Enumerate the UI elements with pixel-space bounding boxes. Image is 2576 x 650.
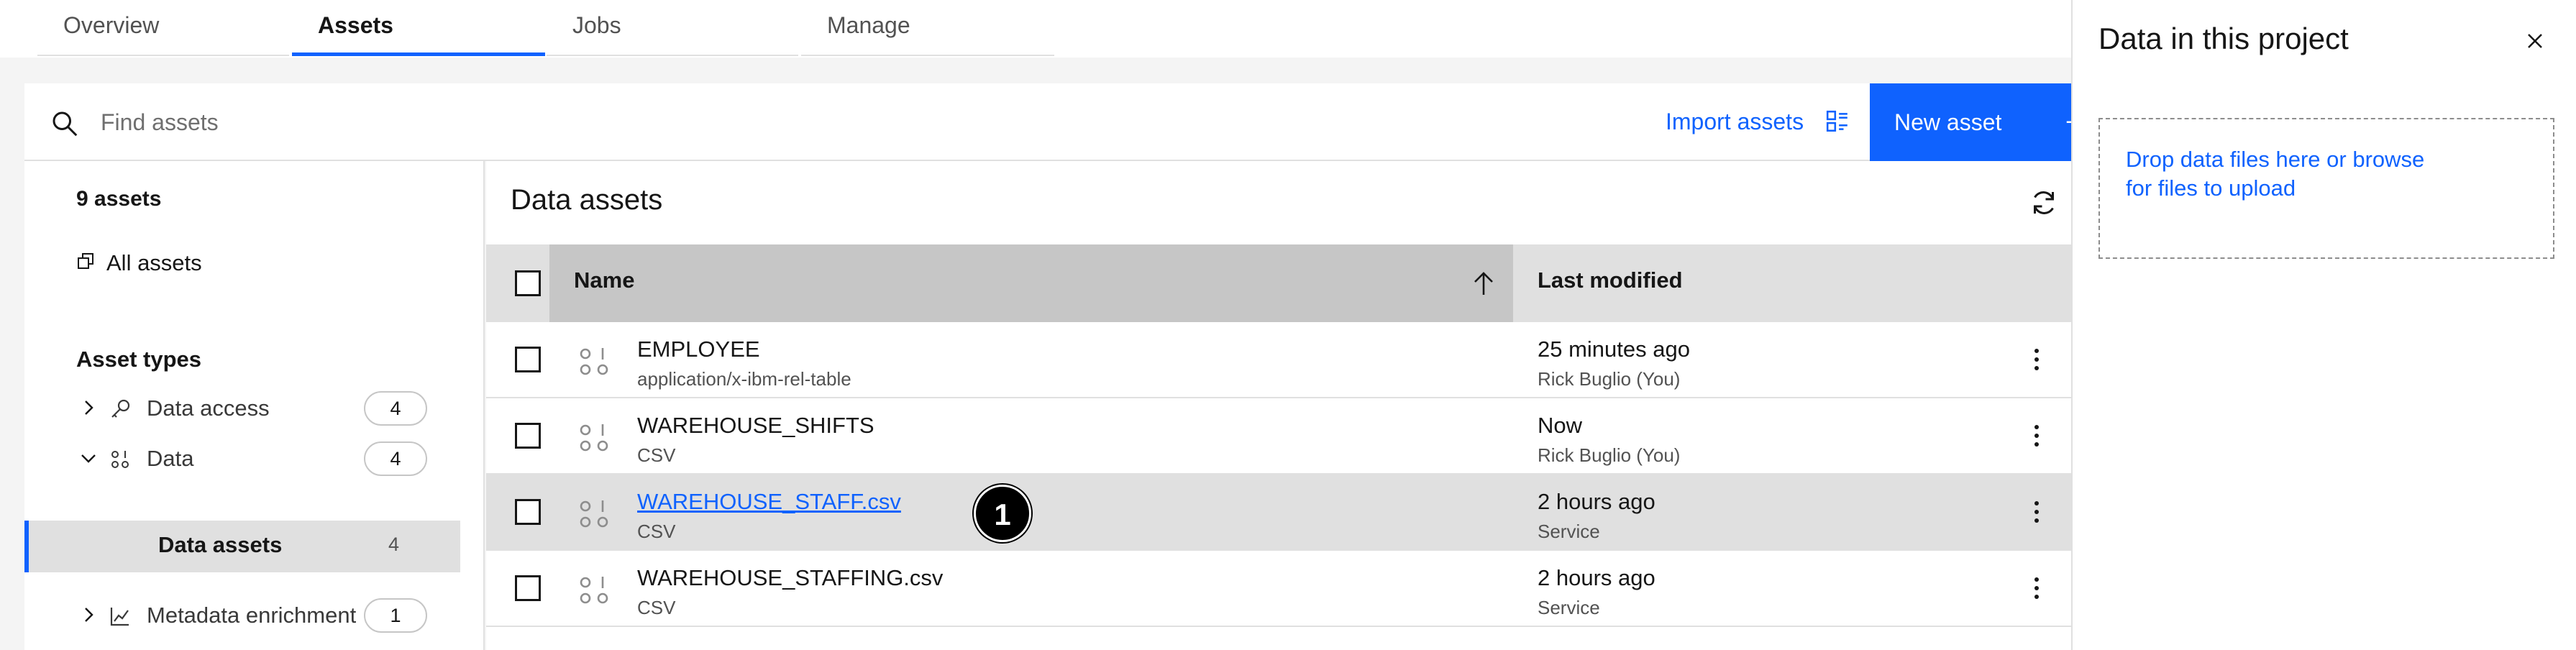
count-badge: 4 [388,534,400,555]
asset-type: application/x-ibm-rel-table [637,368,851,390]
modified-by: Rick Buglio (You) [1538,368,1681,390]
tab-label: Manage [827,12,910,38]
asset-type-label: Data assets [158,532,283,557]
last-modified: 25 minutes ago [1538,337,1690,362]
chevron-right-icon[interactable] [79,398,98,417]
modified-by: Rick Buglio (You) [1538,444,1681,466]
page-title: Data assets [511,184,663,216]
drop-zone-text[interactable]: Drop data files here or browse for files… [2126,145,2428,203]
last-modified: 2 hours ago [1538,565,1655,590]
asset-type: CSV [637,444,676,466]
import-icon[interactable] [1825,109,1850,134]
row-checkbox[interactable] [515,575,541,601]
data-asset-icon [580,577,608,604]
tab-label: Assets [318,12,393,38]
data-asset-icon [580,424,608,452]
file-drop-zone[interactable]: Drop data files here or browse for files… [2098,118,2554,259]
row-checkbox[interactable] [515,423,541,449]
count-badge: 1 [364,598,427,633]
tab-label: Overview [63,12,160,38]
row-checkbox[interactable] [515,499,541,525]
overflow-menu-icon[interactable] [2032,498,2041,526]
overflow-menu-icon[interactable] [2032,345,2041,374]
drawer-title: Data in this project [2098,22,2349,55]
asset-filter-panel: 9 assets All assets Asset types Data acc… [24,161,485,650]
asset-type-label: Data access [147,395,270,421]
asset-type-data-access[interactable]: Data access 4 [24,385,460,434]
table-header: Name Last modified [486,244,2071,322]
sort-ascending-icon[interactable] [1471,269,1496,298]
tab-label: Jobs [572,12,621,38]
count-badge: 4 [364,441,427,476]
asset-type: CSV [637,597,676,618]
data-asset-icon [580,500,608,528]
tab-overview[interactable]: Overview [37,0,289,56]
asset-name[interactable]: WAREHOUSE_SHIFTS [637,413,874,439]
new-asset-label: New asset [1894,109,2002,135]
search-icon [52,111,78,137]
table-row[interactable]: WAREHOUSE_STAFFING.csv CSV 2 hours ago S… [486,551,2071,627]
row-checkbox[interactable] [515,347,541,372]
select-all-checkbox[interactable] [515,270,541,296]
table-row[interactable]: WAREHOUSE_SHIFTS CSV Now Rick Buglio (Yo… [486,398,2071,475]
table-row[interactable]: WAREHOUSE_STAFF.csv CSV 1 2 hours ago Se… [486,475,2071,551]
asset-type-data-assets[interactable]: Data assets 4 [24,521,460,572]
new-asset-button[interactable]: New asset + [1870,83,2096,161]
asset-name[interactable]: WAREHOUSE_STAFFING.csv [637,565,943,591]
asset-types-heading: Asset types [76,347,202,372]
asset-count: 9 assets [76,187,162,211]
key-icon [111,399,130,418]
data-icon [111,451,129,468]
all-assets-link[interactable]: All assets [76,250,202,276]
tab-manage[interactable]: Manage [801,0,1054,56]
asset-type-label: Metadata enrichment [147,603,357,628]
count-badge: 4 [364,391,427,426]
modified-by: Service [1538,521,1600,542]
copy-icon [78,253,93,269]
tab-bar: Overview Assets Jobs Manage [0,0,2071,58]
overflow-menu-icon[interactable] [2032,574,2041,603]
import-assets-button[interactable]: Import assets [1666,83,1804,160]
table-row[interactable]: EMPLOYEE application/x-ibm-rel-table 25 … [486,322,2071,398]
overflow-menu-icon[interactable] [2032,421,2041,450]
last-modified: 2 hours ago [1538,489,1655,514]
refresh-icon[interactable] [2029,188,2058,217]
column-header-name[interactable]: Name [574,267,634,293]
data-assets-panel: Data assets Name Last modified EMPLOYEE … [486,161,2071,650]
tab-jobs[interactable]: Jobs [547,0,798,56]
data-asset-icon [580,348,608,375]
step-marker: 1 [974,485,1031,542]
asset-type-metadata-enrichment[interactable]: Metadata enrichment 1 [24,592,460,641]
data-in-project-drawer: Data in this project Drop data files her… [2071,0,2576,650]
asset-type-data[interactable]: Data 4 [24,436,460,485]
chart-icon [110,608,129,626]
column-header-last-modified[interactable]: Last modified [1538,267,1683,293]
asset-toolbar: Import assets New asset + [24,83,2096,161]
name-column-header[interactable] [549,244,1513,322]
chevron-right-icon[interactable] [79,605,98,624]
asset-type-label: Data [147,446,194,471]
chevron-down-icon[interactable] [79,449,98,467]
asset-type: CSV [637,521,676,542]
search-input[interactable] [101,105,1179,139]
close-icon[interactable] [2526,32,2544,50]
asset-name-link[interactable]: WAREHOUSE_STAFF.csv [637,489,901,515]
last-modified: Now [1538,413,1583,438]
all-assets-label: All assets [106,250,202,275]
modified-by: Service [1538,597,1600,618]
tab-assets[interactable]: Assets [292,0,545,56]
asset-name[interactable]: EMPLOYEE [637,337,760,362]
